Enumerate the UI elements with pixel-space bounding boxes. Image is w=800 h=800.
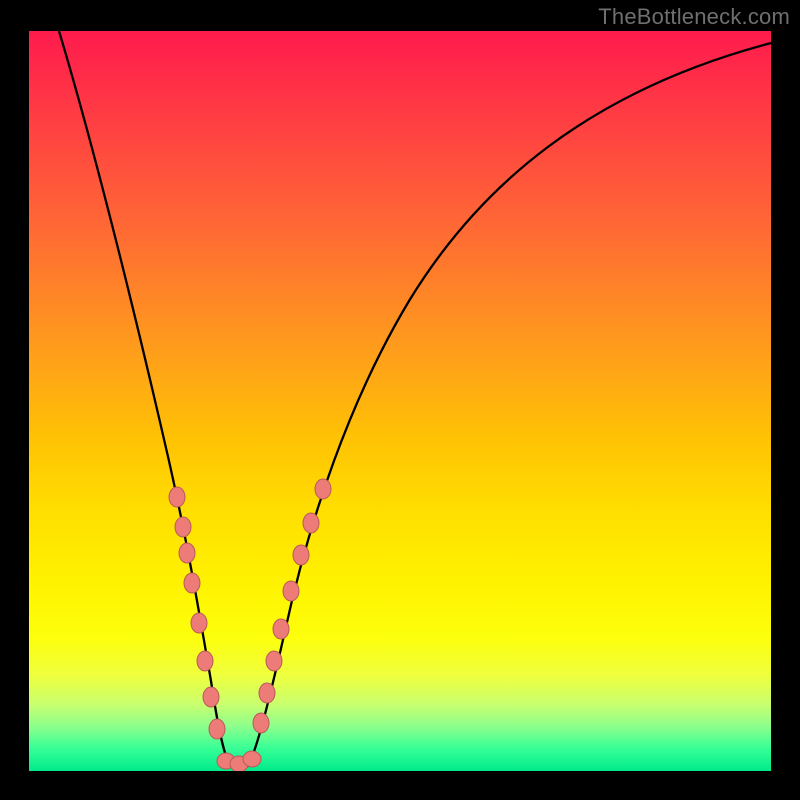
markers-left [169, 487, 225, 739]
curve-path [59, 31, 771, 768]
chart-frame: TheBottleneck.com [0, 0, 800, 800]
watermark-text: TheBottleneck.com [598, 4, 790, 30]
markers-right [253, 479, 331, 733]
markers-bottom [217, 751, 261, 771]
bottleneck-curve [29, 31, 771, 771]
plot-area [29, 31, 771, 771]
